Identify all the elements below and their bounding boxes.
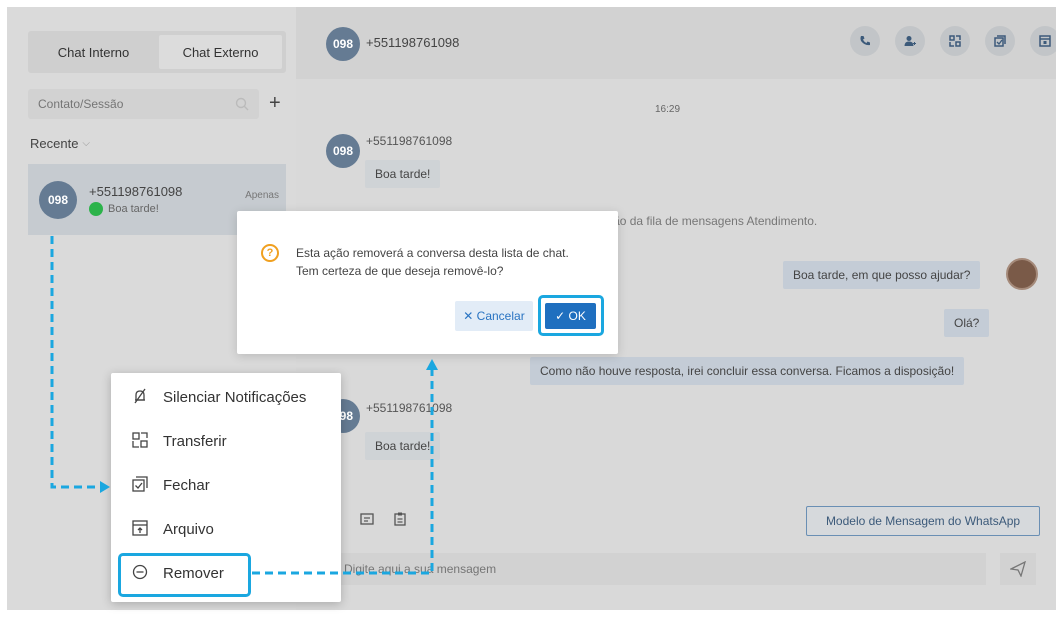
contact-last-message: Boa tarde! — [89, 201, 182, 216]
clipboard-icon[interactable] — [393, 512, 407, 529]
confirm-dialog: ? Esta ação removerá a conversa desta li… — [237, 211, 618, 354]
search-icon[interactable] — [235, 97, 249, 111]
message-bubble-out: Como não houve resposta, irei concluir e… — [530, 357, 965, 385]
header-title: +551198761098 — [366, 35, 460, 50]
menu-item-label: Arquivo — [163, 520, 214, 538]
add-user-icon[interactable] — [895, 26, 925, 56]
contact-info: +551198761098 Boa tarde! — [89, 184, 182, 216]
contact-tag: Apenas — [245, 190, 279, 201]
send-icon[interactable] — [1000, 553, 1036, 585]
menu-item-label: Silenciar Notificações — [163, 388, 307, 406]
whatsapp-icon — [89, 201, 103, 216]
transfer-icon[interactable] — [940, 26, 970, 56]
chat-tabs: Chat Interno Chat Externo — [28, 31, 286, 73]
add-contact-button[interactable]: + — [269, 92, 281, 115]
contact-name: +551198761098 — [89, 183, 183, 199]
message-bubble-out: Olá? — [944, 309, 990, 337]
search-box — [28, 89, 259, 119]
close-chat-icon[interactable] — [985, 26, 1015, 56]
archive-icon — [131, 519, 149, 539]
agent-avatar — [1006, 258, 1038, 290]
recent-label: Recente — [30, 136, 79, 151]
message-input[interactable] — [344, 562, 744, 576]
tab-chat-interno[interactable]: Chat Interno — [32, 35, 155, 69]
dialog-message-line1: Esta ação removerá a conversa desta list… — [296, 246, 569, 260]
menu-item-label: Fechar — [163, 476, 210, 494]
sender-name: +551198761098 — [366, 134, 453, 148]
menu-item-label: Transferir — [163, 432, 227, 450]
cancel-button[interactable]: ✕ Cancelar — [455, 301, 533, 331]
ok-button[interactable]: ✓ OK — [545, 303, 596, 329]
sender-name: +551198761098 — [366, 401, 453, 415]
whatsapp-template-button[interactable]: Modelo de Mensagem do WhatsApp — [806, 506, 1040, 536]
chevron-down-icon: ⌵ — [82, 138, 91, 149]
compose-box — [336, 553, 986, 585]
recent-filter[interactable]: Recente ⌵ — [30, 136, 90, 151]
message-time: 16:29 — [655, 104, 681, 115]
close-chat-icon — [131, 475, 149, 495]
avatar: 098 — [39, 180, 77, 219]
menu-item-close[interactable]: Fechar — [111, 463, 341, 507]
menu-item-transfer[interactable]: Transferir — [111, 419, 341, 463]
archive-icon[interactable] — [1030, 26, 1056, 56]
message-bubble-in: Boa tarde! — [365, 160, 441, 188]
tab-chat-externo[interactable]: Chat Externo — [159, 35, 282, 69]
dialog-message-line2: Tem certeza de que deseja removê-lo? — [296, 264, 504, 278]
message-bubble-in: Boa tarde! — [365, 432, 441, 460]
header-avatar: 098 — [326, 27, 360, 61]
folder-icon[interactable] — [360, 512, 374, 529]
sender-avatar: 098 — [326, 134, 360, 168]
last-message-text: Boa tarde! — [108, 202, 159, 215]
chat-header: 098 +551198761098 — [296, 7, 1056, 79]
mute-bell-icon — [131, 388, 149, 407]
message-bubble-out: Boa tarde, em que posso ajudar? — [783, 261, 981, 289]
menu-item-archive[interactable]: Arquivo — [111, 507, 341, 551]
remove-highlight — [118, 553, 251, 597]
menu-item-mute[interactable]: Silenciar Notificações — [111, 375, 341, 419]
question-icon: ? — [261, 244, 279, 262]
phone-icon[interactable] — [850, 26, 880, 56]
search-input[interactable] — [38, 97, 218, 111]
transfer-icon — [131, 431, 149, 451]
